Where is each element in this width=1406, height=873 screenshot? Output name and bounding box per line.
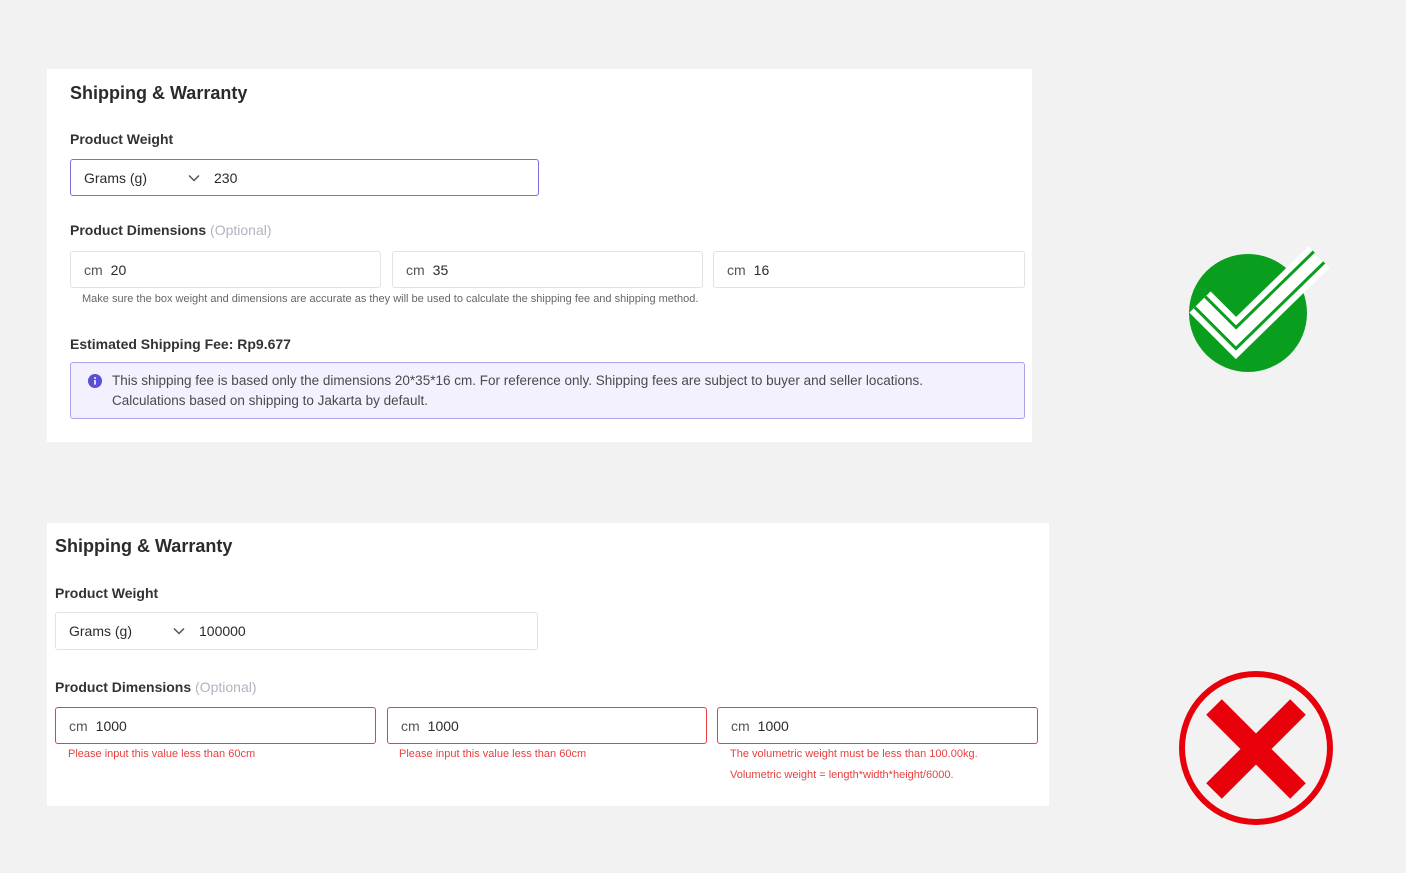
unit-label: cm bbox=[69, 717, 88, 734]
section-title: Shipping & Warranty bbox=[70, 83, 248, 103]
info-line-1: This shipping fee is based only the dime… bbox=[112, 373, 923, 388]
height-input[interactable]: cm 1000 bbox=[717, 707, 1038, 744]
dimensions-hint: Make sure the box weight and dimensions … bbox=[82, 293, 699, 305]
info-text: This shipping fee is based only the dime… bbox=[112, 371, 1012, 411]
width-input[interactable]: cm 1000 bbox=[387, 707, 707, 744]
unit-label: cm bbox=[84, 261, 103, 278]
weight-unit-select[interactable]: Grams (g) bbox=[84, 170, 188, 186]
optional-tag: (Optional) bbox=[210, 222, 272, 238]
weight-input-group[interactable]: Grams (g) 100000 bbox=[55, 612, 538, 650]
volumetric-error: The volumetric weight must be less than … bbox=[730, 748, 978, 760]
shipping-panel-invalid: Shipping & Warranty Product Weight Grams… bbox=[47, 523, 1049, 806]
width-value[interactable]: 1000 bbox=[428, 718, 459, 734]
volumetric-formula: Volumetric weight = length*width*height/… bbox=[730, 769, 954, 781]
weight-input[interactable]: 230 bbox=[214, 170, 237, 186]
optional-tag: (Optional) bbox=[195, 679, 257, 695]
shipping-panel-valid: Shipping & Warranty Product Weight Grams… bbox=[47, 69, 1032, 442]
length-input[interactable]: cm 1000 bbox=[55, 707, 376, 744]
length-error: Please input this value less than 60cm bbox=[68, 748, 256, 760]
weight-unit-select[interactable]: Grams (g) bbox=[69, 623, 173, 639]
weight-input[interactable]: 100000 bbox=[199, 623, 246, 639]
dimensions-label: Product Dimensions (Optional) bbox=[70, 222, 272, 238]
height-value[interactable]: 1000 bbox=[758, 718, 789, 734]
shipping-fee-label: Estimated Shipping Fee: Rp9.677 bbox=[70, 336, 291, 352]
shipping-fee-info-box: This shipping fee is based only the dime… bbox=[70, 362, 1025, 419]
unit-label: cm bbox=[731, 717, 750, 734]
info-line-2: Calculations based on shipping to Jakart… bbox=[112, 393, 428, 408]
width-value[interactable]: 35 bbox=[433, 262, 449, 278]
dimensions-label: Product Dimensions (Optional) bbox=[55, 679, 257, 695]
chevron-down-icon[interactable] bbox=[173, 627, 185, 635]
chevron-down-icon[interactable] bbox=[188, 174, 200, 182]
info-icon bbox=[88, 374, 102, 388]
unit-label: cm bbox=[401, 717, 420, 734]
weight-input-group[interactable]: Grams (g) 230 bbox=[70, 159, 539, 196]
dimensions-label-text: Product Dimensions bbox=[70, 222, 207, 238]
width-input[interactable]: cm 35 bbox=[392, 251, 703, 288]
unit-label: cm bbox=[727, 261, 746, 278]
weight-label: Product Weight bbox=[70, 131, 174, 147]
length-value[interactable]: 20 bbox=[111, 262, 127, 278]
length-input[interactable]: cm 20 bbox=[70, 251, 381, 288]
height-input[interactable]: cm 16 bbox=[713, 251, 1025, 288]
height-value[interactable]: 16 bbox=[754, 262, 770, 278]
length-value[interactable]: 1000 bbox=[96, 718, 127, 734]
weight-label: Product Weight bbox=[55, 585, 159, 601]
x-circle-icon bbox=[1179, 671, 1333, 825]
width-error: Please input this value less than 60cm bbox=[399, 748, 587, 760]
unit-label: cm bbox=[406, 261, 425, 278]
dimensions-label-text: Product Dimensions bbox=[55, 679, 192, 695]
check-circle-icon bbox=[1189, 246, 1330, 372]
section-title: Shipping & Warranty bbox=[55, 536, 233, 556]
